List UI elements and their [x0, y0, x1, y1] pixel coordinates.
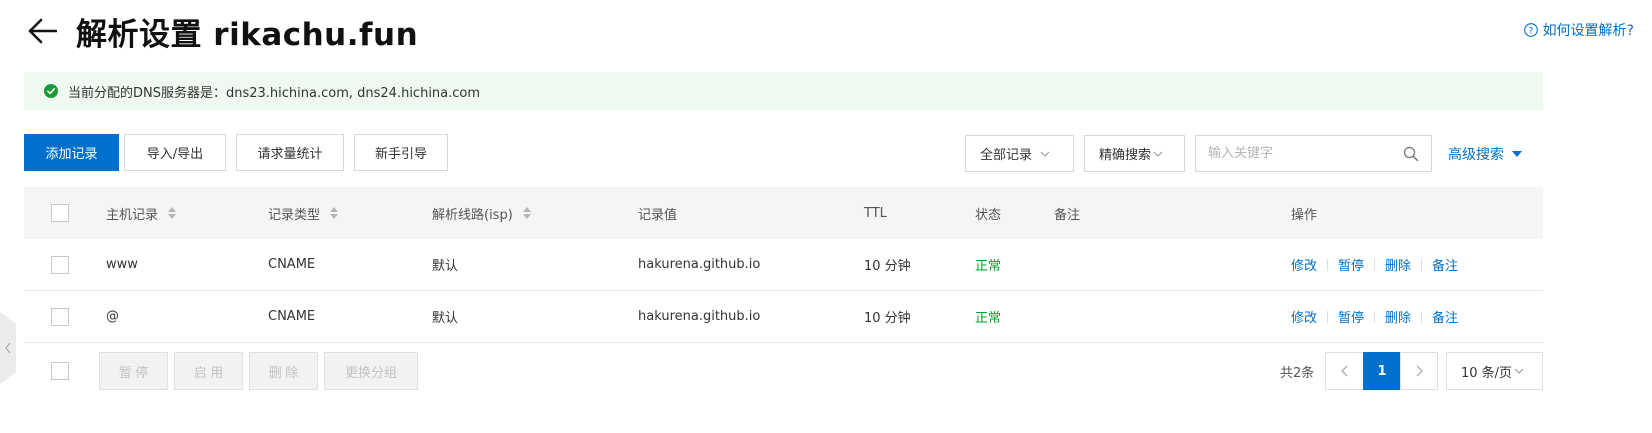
record-filter-select[interactable]: 全部记录	[965, 135, 1074, 172]
keyword-search-input[interactable]	[1208, 146, 1388, 161]
chevron-down-icon	[1153, 151, 1163, 157]
edit-link[interactable]: 修改	[1291, 255, 1317, 274]
table-footer: 暂 停 启 用 删 除 更换分组 共2条 1 10 条/页	[24, 352, 1543, 390]
record-filter-value: 全部记录	[980, 148, 1033, 163]
divider	[1421, 258, 1423, 271]
page-header: 解析设置 rikachu.fun	[24, 10, 419, 53]
cell-type: CNAME	[268, 309, 316, 324]
cell-type: CNAME	[268, 257, 316, 272]
question-circle-icon: ?	[1523, 23, 1538, 37]
cell-ttl: 10 分钟	[864, 259, 911, 274]
sort-icon[interactable]	[168, 207, 177, 219]
filter-bar: 全部记录 精确搜索 高级搜索	[965, 135, 1522, 172]
divider	[1374, 310, 1376, 323]
add-record-button[interactable]: 添加记录	[24, 134, 119, 171]
next-page-button[interactable]	[1400, 352, 1438, 390]
edit-link[interactable]: 修改	[1291, 307, 1317, 326]
bulk-delete-button[interactable]: 删 除	[249, 352, 318, 390]
pause-link[interactable]: 暂停	[1338, 255, 1364, 274]
row-checkbox[interactable]	[51, 255, 69, 274]
page-title: 解析设置 rikachu.fun	[76, 16, 419, 53]
chevron-right-icon	[1416, 365, 1423, 377]
cell-host: @	[106, 309, 119, 324]
row-actions: 修改 暂停 删除 备注	[1291, 239, 1458, 290]
bulk-enable-button[interactable]: 启 用	[174, 352, 243, 390]
chevron-down-icon	[1514, 368, 1524, 374]
divider	[1327, 310, 1329, 323]
cell-host: www	[106, 257, 138, 272]
chevron-left-icon	[1340, 365, 1347, 377]
divider	[1421, 310, 1423, 323]
sort-icon[interactable]	[522, 207, 531, 219]
column-header-remark: 备注	[1054, 207, 1081, 223]
pause-link[interactable]: 暂停	[1338, 307, 1364, 326]
dns-server-text: 当前分配的DNS服务器是：dns23.hichina.com, dns24.hi…	[68, 85, 481, 101]
column-header-type[interactable]: 记录类型	[268, 187, 339, 239]
total-count: 共2条	[1280, 365, 1315, 381]
table-header: 主机记录 记录类型 解析线路(isp) 记录值 TTL 状态 备注 操作	[24, 187, 1543, 239]
chevron-down-icon	[1040, 151, 1050, 157]
cell-status: 正常	[975, 311, 1002, 326]
caret-down-icon	[1512, 150, 1522, 157]
bulk-pause-button[interactable]: 暂 停	[99, 352, 168, 390]
help-link[interactable]: ? 如何设置解析?	[1523, 20, 1634, 40]
column-header-host-label: 主机记录	[106, 207, 159, 223]
search-mode-select[interactable]: 精确搜索	[1084, 135, 1185, 172]
cell-line: 默认	[432, 311, 459, 326]
column-header-actions: 操作	[1291, 207, 1318, 223]
svg-text:?: ?	[1528, 26, 1533, 36]
delete-link[interactable]: 删除	[1385, 255, 1411, 274]
beginner-guide-button[interactable]: 新手引导	[354, 134, 448, 171]
column-header-value: 记录值	[638, 207, 678, 223]
cell-ttl: 10 分钟	[864, 311, 911, 326]
request-stats-button[interactable]: 请求量统计	[236, 134, 344, 171]
column-header-line[interactable]: 解析线路(isp)	[432, 187, 531, 239]
check-circle-icon	[44, 84, 58, 98]
table-row: @ CNAME 默认 hakurena.github.io 10 分钟 正常 修…	[24, 291, 1543, 343]
column-header-type-label: 记录类型	[268, 207, 321, 223]
search-icon[interactable]	[1403, 146, 1419, 162]
help-link-label: 如何设置解析?	[1542, 23, 1634, 39]
cell-status: 正常	[975, 259, 1002, 274]
table-row: www CNAME 默认 hakurena.github.io 10 分钟 正常…	[24, 239, 1543, 291]
prev-page-button[interactable]	[1325, 352, 1364, 390]
dns-server-banner: 当前分配的DNS服务器是：dns23.hichina.com, dns24.hi…	[24, 72, 1543, 110]
record-toolbar: 添加记录 导入/导出 请求量统计 新手引导	[24, 134, 458, 171]
import-export-button[interactable]: 导入/导出	[124, 134, 226, 171]
divider	[1327, 258, 1329, 271]
dns-records-table: 主机记录 记录类型 解析线路(isp) 记录值 TTL 状态 备注 操作 www…	[24, 187, 1543, 343]
delete-link[interactable]: 删除	[1385, 307, 1411, 326]
advanced-search-toggle[interactable]: 高级搜索	[1448, 144, 1522, 164]
select-all-checkbox[interactable]	[51, 204, 69, 222]
page-size-select[interactable]: 10 条/页	[1446, 352, 1543, 390]
change-group-button[interactable]: 更换分组	[324, 352, 418, 390]
cell-value: hakurena.github.io	[638, 257, 761, 272]
footer-select-all-checkbox[interactable]	[51, 362, 69, 380]
column-header-line-label: 解析线路(isp)	[432, 207, 513, 223]
chevron-left-icon	[5, 342, 11, 354]
column-header-ttl: TTL	[864, 205, 887, 221]
row-actions: 修改 暂停 删除 备注	[1291, 291, 1458, 342]
divider	[1374, 258, 1376, 271]
keyword-search-box	[1195, 135, 1432, 172]
column-header-host[interactable]: 主机记录	[106, 187, 177, 239]
search-mode-value: 精确搜索	[1099, 148, 1152, 163]
page-button-current[interactable]: 1	[1363, 352, 1401, 390]
advanced-search-label: 高级搜索	[1448, 146, 1504, 163]
remark-link[interactable]: 备注	[1432, 307, 1458, 326]
row-checkbox[interactable]	[51, 307, 69, 326]
column-header-status: 状态	[975, 207, 1002, 223]
remark-link[interactable]: 备注	[1432, 255, 1458, 274]
cell-value: hakurena.github.io	[638, 309, 761, 324]
sidebar-expand-tab[interactable]	[0, 312, 16, 384]
cell-line: 默认	[432, 259, 459, 274]
arrow-left-icon[interactable]	[24, 13, 60, 49]
page-size-value: 10 条/页	[1461, 365, 1513, 381]
sort-icon[interactable]	[330, 207, 339, 219]
